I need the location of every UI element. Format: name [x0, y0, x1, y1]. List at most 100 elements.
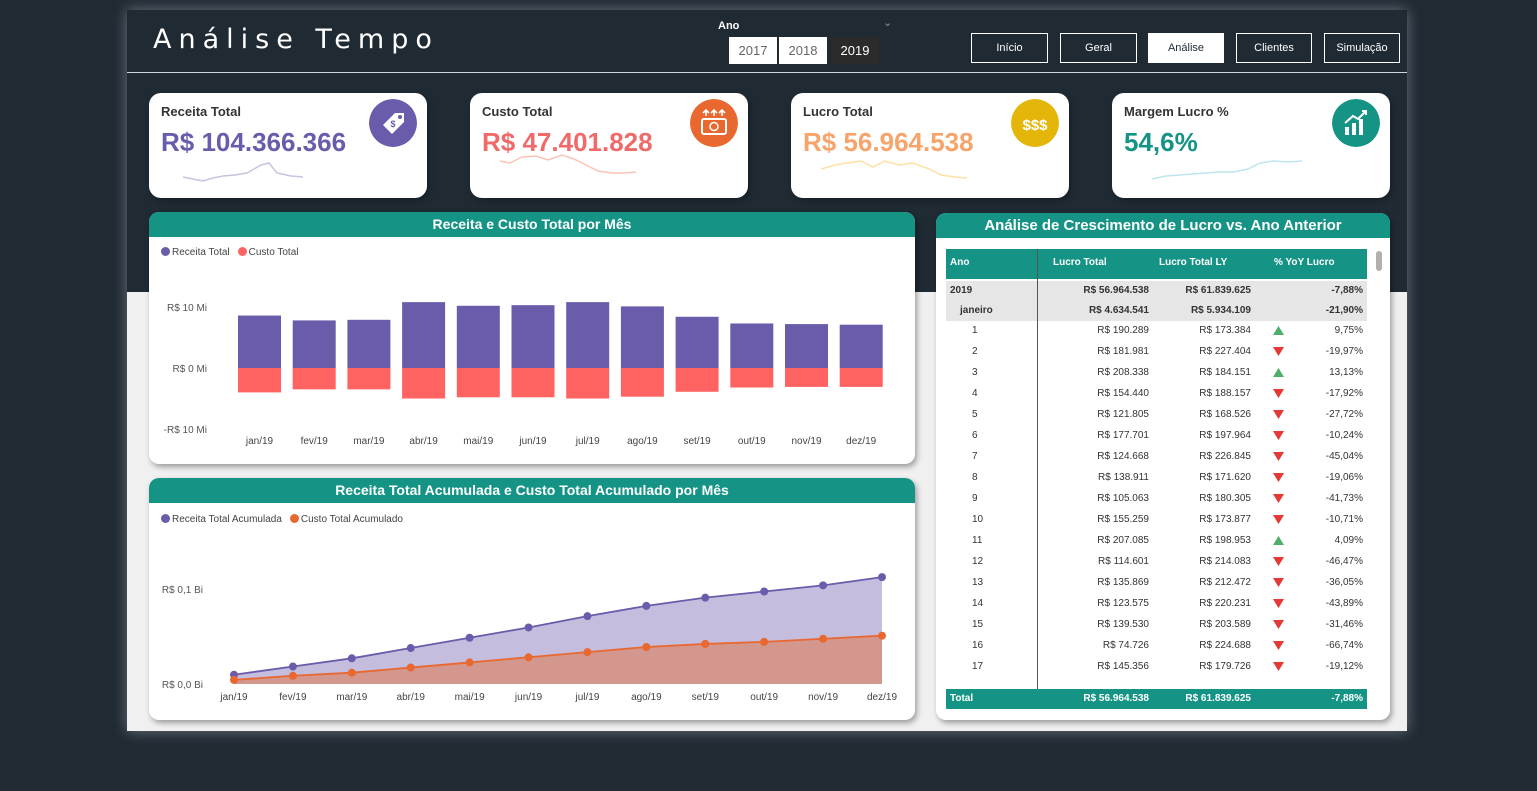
- bar-custo[interactable]: [456, 368, 500, 398]
- bar-receita[interactable]: [566, 302, 610, 368]
- bar-receita[interactable]: [620, 306, 664, 368]
- year-button-2019[interactable]: 2019: [831, 37, 879, 64]
- chevron-down-icon[interactable]: ⌄: [883, 16, 892, 29]
- year-button-2018[interactable]: 2018: [779, 37, 827, 64]
- table-row[interactable]: 7 R$ 124.668 R$ 226.845 -45,04%: [946, 447, 1367, 468]
- column-header[interactable]: Lucro Total LY: [1159, 257, 1227, 268]
- lucro-ly-cell: R$ 173.877: [1199, 514, 1251, 525]
- data-point[interactable]: [465, 633, 474, 642]
- bar-custo[interactable]: [785, 368, 828, 387]
- day-cell: 4: [972, 388, 978, 399]
- table-row[interactable]: 10 R$ 155.259 R$ 173.877 -10,71%: [946, 510, 1367, 531]
- nav-inicio-button[interactable]: Início: [971, 33, 1048, 63]
- bar-receita[interactable]: [347, 319, 391, 368]
- lucro-ly-cell: R$ 184.151: [1199, 367, 1251, 378]
- data-point[interactable]: [701, 593, 710, 602]
- column-header[interactable]: Lucro Total: [1053, 257, 1107, 268]
- x-tick-label: fev/19: [279, 692, 307, 703]
- triangle-down-icon: [1273, 473, 1284, 485]
- lucro-cell: R$ 121.805: [1097, 409, 1149, 420]
- table-row[interactable]: 9 R$ 105.063 R$ 180.305 -41,73%: [946, 489, 1367, 510]
- table-row[interactable]: 4 R$ 154.440 R$ 188.157 -17,92%: [946, 384, 1367, 405]
- bar-custo[interactable]: [620, 368, 664, 397]
- yoy-cell: -19,97%: [1325, 346, 1363, 357]
- table-row[interactable]: 14 R$ 123.575 R$ 220.231 -43,89%: [946, 594, 1367, 615]
- bar-receita[interactable]: [839, 324, 883, 368]
- data-point[interactable]: [878, 573, 886, 582]
- table-row[interactable]: 13 R$ 135.869 R$ 212.472 -36,05%: [946, 573, 1367, 594]
- nav-clientes-button[interactable]: Clientes: [1236, 33, 1312, 63]
- bar-receita[interactable]: [675, 316, 719, 368]
- data-point[interactable]: [583, 612, 592, 621]
- column-header[interactable]: % YoY Lucro: [1274, 257, 1335, 268]
- table-row[interactable]: 3 R$ 208.338 R$ 184.151 13,13%: [946, 363, 1367, 384]
- year-button-2017[interactable]: 2017: [729, 37, 777, 64]
- bar-receita[interactable]: [402, 302, 446, 368]
- y-tick-label: R$ 0,0 Bi: [162, 680, 203, 691]
- data-point[interactable]: [465, 658, 474, 667]
- bar-custo[interactable]: [675, 368, 719, 392]
- data-point[interactable]: [406, 644, 415, 653]
- data-point[interactable]: [230, 675, 238, 684]
- data-point[interactable]: [642, 643, 651, 651]
- bar-custo[interactable]: [730, 368, 774, 388]
- column-header[interactable]: Ano: [950, 257, 969, 268]
- table-row[interactable]: 11 R$ 207.085 R$ 198.953 4,09%: [946, 531, 1367, 552]
- table-row-year[interactable]: 2019 R$ 56.964.538 R$ 61.839.625 -7,88%: [946, 281, 1367, 301]
- lucro-cell: R$ 56.964.538: [1083, 285, 1149, 296]
- data-point[interactable]: [583, 648, 592, 657]
- bar-custo[interactable]: [511, 368, 555, 398]
- bar-custo[interactable]: [238, 368, 281, 393]
- bar-receita[interactable]: [730, 323, 774, 368]
- kpi-card-custo: Custo Total R$ 47.401.828: [470, 93, 748, 198]
- yoy-cell: -21,90%: [1325, 305, 1363, 316]
- x-tick-label: dez/19: [867, 692, 897, 703]
- bar-custo[interactable]: [566, 368, 610, 399]
- nav-geral-button[interactable]: Geral: [1060, 33, 1137, 63]
- bar-custo[interactable]: [839, 368, 883, 387]
- table-row[interactable]: 8 R$ 138.911 R$ 171.620 -19,06%: [946, 468, 1367, 489]
- table-row[interactable]: 2 R$ 181.981 R$ 227.404 -19,97%: [946, 342, 1367, 363]
- bar-receita[interactable]: [456, 305, 500, 368]
- lucro-cell: R$ 4.634.541: [1088, 305, 1149, 316]
- data-point[interactable]: [642, 601, 651, 610]
- table-row[interactable]: 17 R$ 145.356 R$ 179.726 -19,12%: [946, 657, 1367, 678]
- price-tag-icon: $: [369, 99, 417, 147]
- nav-analise-button[interactable]: Análise: [1148, 33, 1224, 63]
- bar-custo[interactable]: [402, 368, 446, 399]
- data-point[interactable]: [701, 639, 710, 648]
- bar-custo[interactable]: [292, 368, 336, 390]
- bar-receita[interactable]: [238, 315, 281, 368]
- data-point[interactable]: [760, 587, 769, 596]
- data-point[interactable]: [288, 662, 297, 671]
- data-point[interactable]: [524, 623, 533, 632]
- lucro-ly-cell: R$ 203.589: [1199, 619, 1251, 630]
- dashboard: Análise Tempo Ano ⌄ 2017 2018 2019 Iníci…: [127, 10, 1407, 731]
- table-row-month[interactable]: janeiro R$ 4.634.541 R$ 5.934.109 -21,90…: [946, 301, 1367, 321]
- lucro-cell: R$ 135.869: [1097, 577, 1149, 588]
- bar-receita[interactable]: [511, 305, 555, 368]
- data-point[interactable]: [760, 637, 769, 646]
- bar-receita[interactable]: [292, 320, 336, 368]
- table-row[interactable]: 1 R$ 190.289 R$ 173.384 9,75%: [946, 321, 1367, 342]
- yoy-cell: -27,72%: [1325, 409, 1363, 420]
- table-scrollbar[interactable]: [1376, 251, 1382, 271]
- nav-simulacao-button[interactable]: Simulação: [1324, 33, 1400, 63]
- data-point[interactable]: [347, 654, 356, 663]
- table-row[interactable]: 16 R$ 74.726 R$ 224.688 -66,74%: [946, 636, 1367, 657]
- data-point[interactable]: [347, 668, 356, 677]
- table-row[interactable]: 5 R$ 121.805 R$ 168.526 -27,72%: [946, 405, 1367, 426]
- data-point[interactable]: [524, 653, 533, 662]
- table-row[interactable]: 6 R$ 177.701 R$ 197.964 -10,24%: [946, 426, 1367, 447]
- x-tick-label: jan/19: [245, 436, 274, 447]
- table-row[interactable]: 15 R$ 139.530 R$ 203.589 -31,46%: [946, 615, 1367, 636]
- data-point[interactable]: [288, 671, 297, 680]
- data-point[interactable]: [406, 663, 415, 672]
- data-point[interactable]: [819, 634, 828, 643]
- bar-custo[interactable]: [347, 368, 391, 390]
- table-row[interactable]: 12 R$ 114.601 R$ 214.083 -46,47%: [946, 552, 1367, 573]
- data-point[interactable]: [819, 581, 828, 590]
- lucro-cell: R$ 208.338: [1097, 367, 1149, 378]
- data-point[interactable]: [878, 631, 886, 640]
- bar-receita[interactable]: [785, 324, 828, 368]
